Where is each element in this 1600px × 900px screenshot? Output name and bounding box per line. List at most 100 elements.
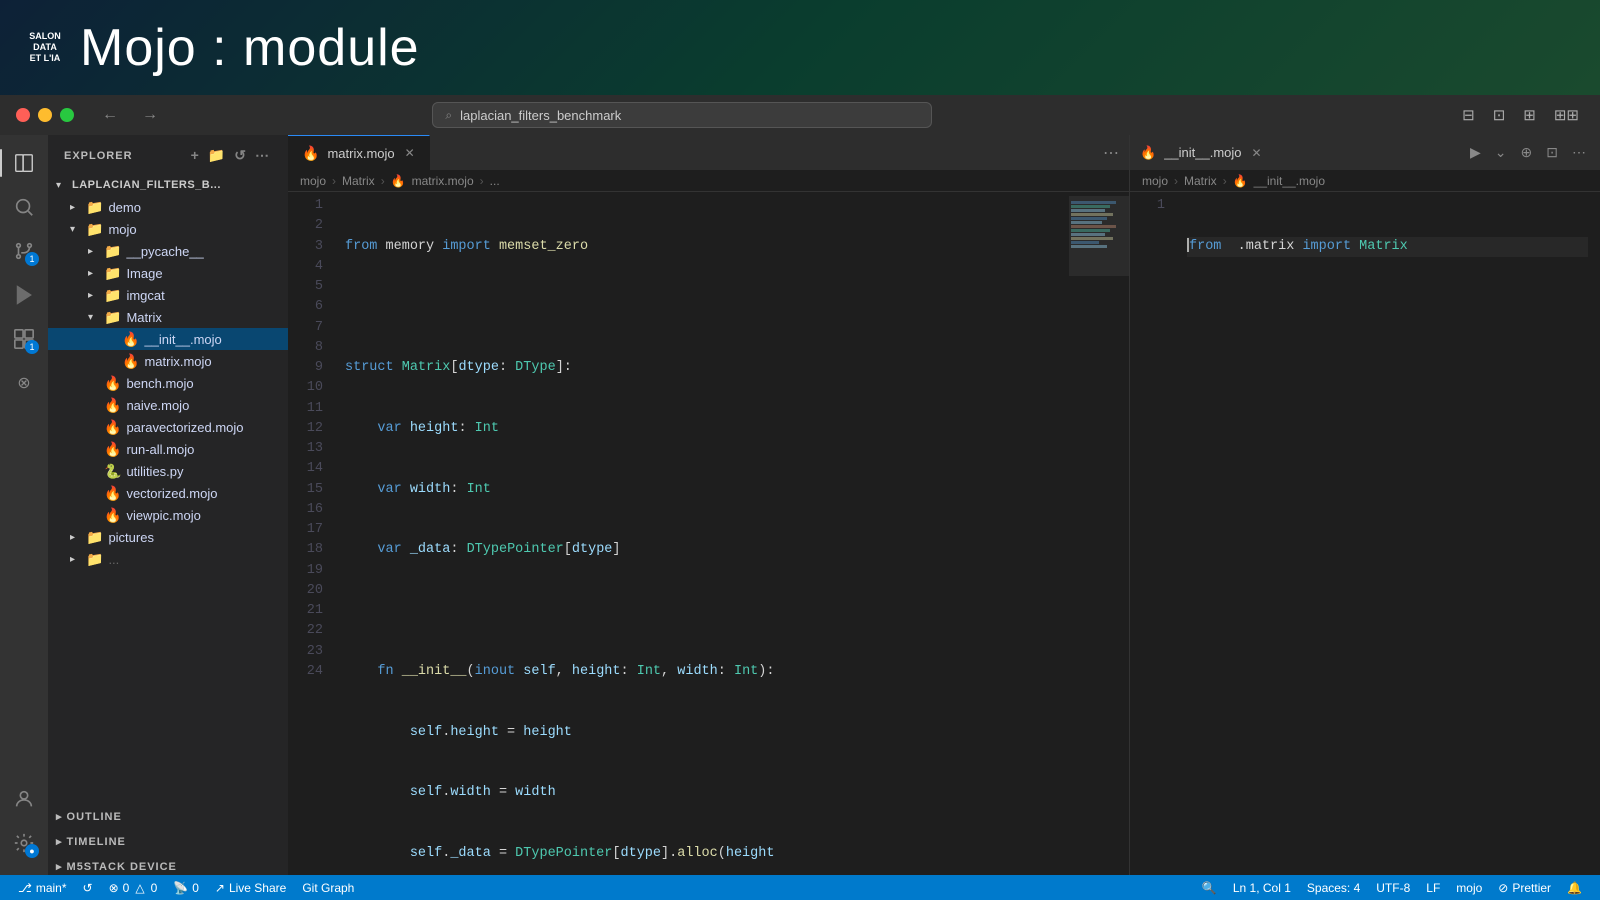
tab-more-button[interactable]: ⋯ — [1093, 143, 1129, 163]
tab-close-matrix-mojo[interactable]: ✕ — [405, 146, 415, 160]
tree-label-mojo: mojo — [108, 222, 288, 237]
sb-broadcast[interactable]: 📡 0 — [165, 875, 207, 900]
sidebar-section-timeline[interactable]: ▸ TIMELINE — [48, 831, 288, 850]
tree-item-root[interactable]: ▾ LAPLACIAN_FILTERS_B... — [48, 174, 288, 196]
sb-branch[interactable]: ⎇ main* — [10, 875, 75, 900]
sb-position[interactable]: Ln 1, Col 1 — [1225, 875, 1299, 900]
tree-item-pictures[interactable]: ▸ 📁 pictures — [48, 526, 288, 548]
code-area-left[interactable]: 12345 678910 1112131415 1617181920 21222… — [288, 192, 1129, 875]
tree-item-bench-mojo[interactable]: ▸ 🔥 bench.mojo — [48, 372, 288, 394]
sb-sync[interactable]: ↺ — [75, 875, 101, 900]
tree-item-Image[interactable]: ▸ 📁 Image — [48, 262, 288, 284]
sb-eol[interactable]: LF — [1418, 875, 1448, 900]
split-editor-button[interactable]: ⊟ — [1457, 104, 1480, 126]
close-button[interactable] — [16, 108, 30, 122]
sidebar-section-outline[interactable]: ▸ OUTLINE — [48, 806, 288, 825]
layout-button[interactable]: ⊞ — [1518, 104, 1541, 126]
code-content-right: from .matrix import Matrix — [1175, 196, 1600, 871]
breadcrumb-mojo[interactable]: mojo — [300, 174, 326, 188]
tree-item-utilities-py[interactable]: ▸ 🐍 utilities.py — [48, 460, 288, 482]
tree-label-matrix-mojo: matrix.mojo — [144, 354, 288, 369]
tree-item-init-mojo[interactable]: ▸ 🔥 __init__.mojo — [48, 328, 288, 350]
tree-item-pycache[interactable]: ▸ 📁 __pycache__ — [48, 240, 288, 262]
tree-item-vectorized-mojo[interactable]: ▸ 🔥 vectorized.mojo — [48, 482, 288, 504]
tab-label-matrix-mojo: matrix.mojo — [327, 146, 394, 161]
sb-prettier[interactable]: ⊘ Prettier — [1490, 875, 1559, 900]
activity-bar-item-run[interactable] — [4, 275, 44, 315]
sb-search-right[interactable]: 🔍 — [1194, 875, 1225, 900]
breadcrumb-right: mojo › Matrix › 🔥 __init__.mojo — [1130, 170, 1600, 192]
breadcrumb-Matrix-right[interactable]: Matrix — [1184, 174, 1217, 188]
sb-liveshare[interactable]: ↗ Live Share — [207, 875, 294, 900]
tree-label-vectorized-mojo: vectorized.mojo — [126, 486, 288, 501]
customize-layout-button[interactable]: ⊞⊞ — [1549, 104, 1584, 126]
new-folder-icon[interactable]: 📁 — [206, 145, 228, 166]
sb-errors-label: 0 — [123, 881, 130, 895]
toggle-panel-button[interactable]: ⊡ — [1488, 104, 1511, 126]
activity-bar-item-accounts[interactable] — [4, 779, 44, 819]
sb-language[interactable]: mojo — [1448, 875, 1490, 900]
breadcrumb-matrix-mojo[interactable]: matrix.mojo — [412, 174, 474, 188]
tree-item-matrix-mojo[interactable]: ▸ 🔥 matrix.mojo — [48, 350, 288, 372]
page-title: Mojo : module — [80, 18, 420, 78]
back-button[interactable]: ← — [96, 102, 124, 128]
history-icon[interactable]: ⊕ — [1517, 142, 1537, 163]
tree-item-demo[interactable]: ▸ 📁 demo — [48, 196, 288, 218]
tree-item-run-all-mojo[interactable]: ▸ 🔥 run-all.mojo — [48, 438, 288, 460]
sb-gitgraph[interactable]: Git Graph — [294, 875, 362, 900]
root-folder-label: LAPLACIAN_FILTERS_B... — [72, 179, 288, 191]
main-area: 1 1 ⊗ ● EXPLORER + — [0, 135, 1600, 875]
folder-icon: 📁 — [104, 243, 121, 260]
refresh-icon[interactable]: ↺ — [232, 145, 249, 166]
timeline-label: TIMELINE — [67, 836, 126, 848]
breadcrumb-init-mojo[interactable]: __init__.mojo — [1254, 174, 1325, 188]
breadcrumb-mojo-right[interactable]: mojo — [1142, 174, 1168, 188]
tab-matrix-mojo[interactable]: 🔥 matrix.mojo ✕ — [288, 135, 430, 170]
chevron-down-icon: ▾ — [88, 312, 104, 323]
forward-button[interactable]: → — [136, 102, 164, 128]
code-area-right[interactable]: 1 from .matrix import Matrix — [1130, 192, 1600, 875]
run-action-icon[interactable]: ▶ — [1466, 142, 1485, 163]
search-bar[interactable]: ⌕ laplacian_filters_benchmark — [432, 102, 932, 128]
maximize-button[interactable] — [60, 108, 74, 122]
breadcrumb-left: mojo › Matrix › 🔥 matrix.mojo › ... — [288, 170, 1129, 192]
tree-item-viewpic-mojo[interactable]: ▸ 🔥 viewpic.mojo — [48, 504, 288, 526]
tree-item-other[interactable]: ▸ 📁 ... — [48, 548, 288, 570]
split-right-icon[interactable]: ⊡ — [1542, 142, 1562, 163]
sb-spaces[interactable]: Spaces: 4 — [1299, 875, 1368, 900]
breadcrumb-Matrix[interactable]: Matrix — [342, 174, 375, 188]
collapse-icon[interactable]: ⋯ — [253, 145, 272, 166]
tree-label-init-mojo: __init__.mojo — [144, 332, 288, 347]
tree-item-Matrix[interactable]: ▾ 📁 Matrix — [48, 306, 288, 328]
sb-errors[interactable]: ⊗ 0 △ 0 — [101, 875, 166, 900]
activity-bar-item-remote[interactable]: ⊗ — [4, 363, 44, 403]
tree-item-paravectorized-mojo[interactable]: ▸ 🔥 paravectorized.mojo — [48, 416, 288, 438]
tree-item-imgcat[interactable]: ▸ 📁 imgcat — [48, 284, 288, 306]
activity-bar-item-settings[interactable]: ● — [4, 823, 44, 863]
tab-close-init-mojo[interactable]: ✕ — [1252, 146, 1262, 160]
chevron-right-icon: ▸ — [56, 860, 63, 873]
run-dropdown-icon[interactable]: ⌄ — [1491, 142, 1511, 163]
sb-encoding[interactable]: UTF-8 — [1368, 875, 1418, 900]
editors-split: 🔥 matrix.mojo ✕ ⋯ mojo › Matrix › 🔥 mat — [288, 135, 1600, 875]
tree-label-bench-mojo: bench.mojo — [126, 376, 288, 391]
minimap-left — [1069, 196, 1129, 871]
search-text: laplacian_filters_benchmark — [460, 108, 621, 123]
new-file-icon[interactable]: + — [189, 145, 202, 166]
tree-item-mojo[interactable]: ▾ 📁 mojo — [48, 218, 288, 240]
tree-item-naive-mojo[interactable]: ▸ 🔥 naive.mojo — [48, 394, 288, 416]
more-actions-icon[interactable]: ⋯ — [1568, 142, 1590, 163]
activity-bar-item-source-control[interactable]: 1 — [4, 231, 44, 271]
mojo-file-icon: 🔥 — [104, 507, 121, 524]
titlebar-right: ⊟ ⊡ ⊞ ⊞⊞ — [1457, 104, 1584, 126]
sb-notifications[interactable]: 🔔 — [1559, 875, 1590, 900]
breadcrumb-ellipsis[interactable]: ... — [490, 174, 500, 188]
statusbar: ⎇ main* ↺ ⊗ 0 △ 0 📡 0 ↗ Live Share Git G… — [0, 875, 1600, 900]
minimize-button[interactable] — [38, 108, 52, 122]
right-pane-tab[interactable]: 🔥 __init__.mojo ✕ — [1140, 145, 1262, 161]
activity-bar-item-explorer[interactable] — [4, 143, 44, 183]
activity-bar-item-extensions[interactable]: 1 — [4, 319, 44, 359]
activity-bar-item-search[interactable] — [4, 187, 44, 227]
sidebar-section-m5stack[interactable]: ▸ M5STACK DEVICE — [48, 856, 288, 875]
folder-icon: 📁 — [86, 199, 103, 216]
